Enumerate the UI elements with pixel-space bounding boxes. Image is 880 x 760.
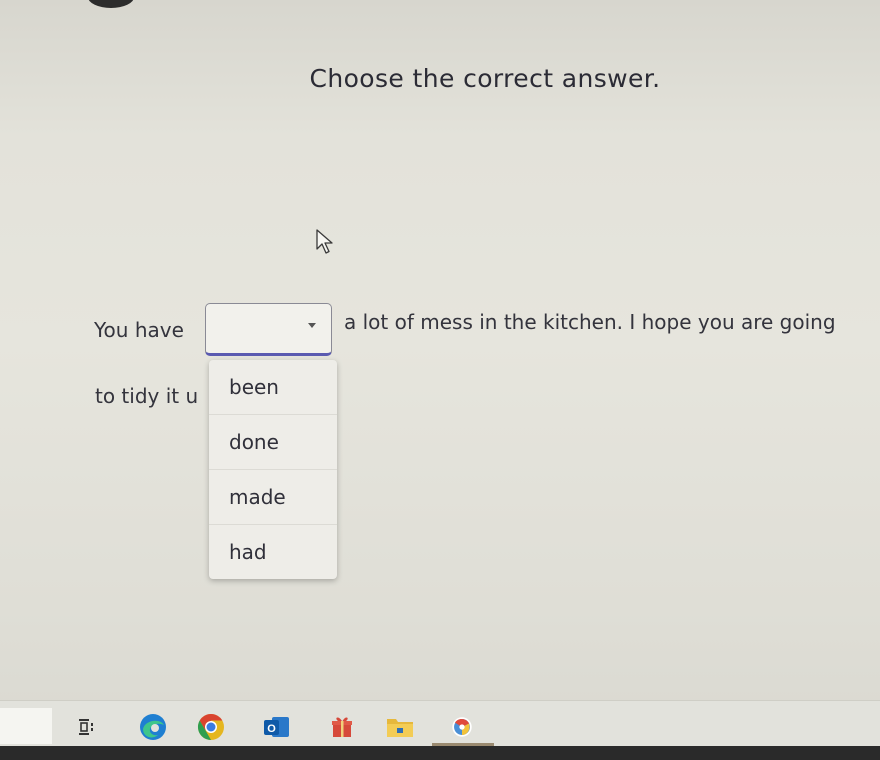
taskbar-search-box[interactable]	[0, 708, 52, 744]
edge-icon[interactable]	[138, 712, 168, 742]
app-icon[interactable]	[447, 712, 477, 742]
outlook-letter: O	[267, 723, 276, 735]
chevron-down-icon	[308, 323, 316, 328]
taskbar	[0, 700, 880, 746]
taskbar-divider	[0, 700, 880, 701]
dropdown-option-been[interactable]: been	[209, 360, 337, 415]
folder-icon[interactable]	[385, 712, 415, 742]
chrome-icon[interactable]	[196, 712, 226, 742]
screen-bezel	[0, 746, 880, 760]
camera-notch	[88, 0, 134, 8]
dropdown-option-made[interactable]: made	[209, 470, 337, 525]
task-view-icon[interactable]	[72, 712, 102, 742]
sentence-after: a lot of mess in the kitchen. I hope you…	[344, 310, 836, 334]
answer-select[interactable]	[205, 303, 332, 356]
gift-icon[interactable]	[327, 712, 357, 742]
mouse-cursor-icon	[316, 229, 333, 254]
answer-dropdown-menu: been done made had	[209, 360, 337, 579]
dropdown-option-had[interactable]: had	[209, 525, 337, 579]
question-title: Choose the correct answer.	[309, 64, 661, 93]
dropdown-option-done[interactable]: done	[209, 415, 337, 470]
screen: Choose the correct answer. You have a lo…	[0, 0, 880, 760]
outlook-icon[interactable]: O	[262, 712, 292, 742]
sentence-line2: to tidy it u	[95, 384, 199, 408]
sentence-before: You have	[94, 318, 184, 342]
